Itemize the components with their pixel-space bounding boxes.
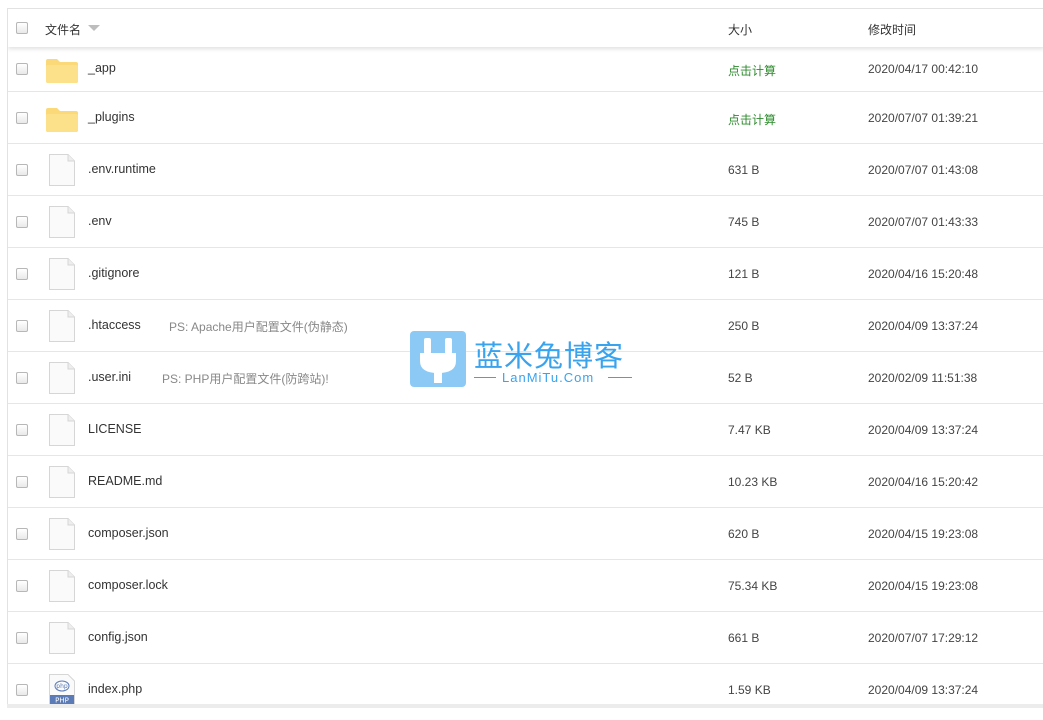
column-header-name[interactable]: 文件名 <box>45 21 81 38</box>
table-row[interactable]: _plugins 点击计算 2020/07/07 01:39:21 <box>8 92 1043 144</box>
file-size: 745 B <box>728 214 760 229</box>
table-row[interactable]: composer.json 620 B 2020/04/15 19:23:08 <box>8 508 1043 560</box>
row-checkbox[interactable] <box>16 163 28 176</box>
file-icon <box>49 205 75 238</box>
file-modified-time: 2020/07/07 01:39:21 <box>868 110 979 125</box>
file-name[interactable]: _plugins <box>88 110 135 124</box>
file-name[interactable]: config.json <box>88 630 148 644</box>
file-icon <box>49 413 75 446</box>
file-modified-time: 2020/07/07 01:43:08 <box>868 162 979 177</box>
file-modified-time: 2020/04/09 13:37:24 <box>868 318 979 333</box>
file-name[interactable]: .htaccess <box>88 318 141 332</box>
table-row[interactable]: .gitignore 121 B 2020/04/16 15:20:48 <box>8 248 1043 300</box>
file-name[interactable]: README.md <box>88 474 162 488</box>
row-checkbox[interactable] <box>16 579 28 592</box>
file-icon <box>49 257 75 290</box>
file-icon <box>49 517 75 550</box>
file-modified-time: 2020/07/07 17:29:12 <box>868 630 979 645</box>
watermark: 蓝米兔博客 LanMiTu.Com <box>410 331 640 391</box>
file-name[interactable]: LICENSE <box>88 422 142 436</box>
file-list-header: 文件名 大小 修改时间 <box>8 9 1043 47</box>
file-modified-time: 2020/07/07 01:43:33 <box>868 214 979 229</box>
table-row[interactable]: php PHP index.php 1.59 KB 2020/04/09 13:37:2… <box>8 664 1043 707</box>
column-header-size[interactable]: 大小 <box>728 21 752 38</box>
calculate-size-link[interactable]: 点击计算 <box>728 62 776 79</box>
file-size: 7.47 KB <box>728 422 771 437</box>
file-modified-time: 2020/04/16 15:20:42 <box>868 474 979 489</box>
row-checkbox[interactable] <box>16 111 28 124</box>
row-checkbox[interactable] <box>16 63 28 75</box>
table-row[interactable]: README.md 10.23 KB 2020/04/16 15:20:42 <box>8 456 1043 508</box>
file-name[interactable]: index.php <box>88 682 142 696</box>
table-row[interactable]: config.json 661 B 2020/07/07 17:29:12 <box>8 612 1043 664</box>
folder-icon <box>46 59 78 83</box>
file-modified-time: 2020/04/09 13:37:24 <box>868 422 979 437</box>
file-size: 10.23 KB <box>728 474 778 489</box>
file-modified-time: 2020/04/09 13:37:24 <box>868 682 979 697</box>
row-checkbox[interactable] <box>16 631 28 644</box>
file-modified-time: 2020/02/09 11:51:38 <box>868 370 978 385</box>
calculate-size-link[interactable]: 点击计算 <box>728 111 776 128</box>
row-checkbox[interactable] <box>16 475 28 488</box>
table-row[interactable]: LICENSE 7.47 KB 2020/04/09 13:37:24 <box>8 404 1043 456</box>
table-row[interactable]: _app 点击计算 2020/04/17 00:42:10 <box>8 47 1043 92</box>
file-name[interactable]: composer.lock <box>88 578 168 592</box>
file-size: 661 B <box>728 630 760 645</box>
file-icon <box>49 465 75 498</box>
watermark-line-left <box>474 377 496 378</box>
file-name[interactable]: .env <box>88 214 112 228</box>
file-size: 75.34 KB <box>728 578 778 593</box>
file-note: PS: PHP用户配置文件(防跨站)! <box>162 371 329 386</box>
svg-text:php: php <box>56 683 68 690</box>
file-size: 1.59 KB <box>728 682 771 697</box>
select-all-checkbox[interactable] <box>16 22 28 34</box>
file-icon <box>49 153 75 186</box>
file-note: PS: Apache用户配置文件(伪静态) <box>169 319 348 334</box>
file-modified-time: 2020/04/16 15:20:48 <box>868 266 979 281</box>
row-checkbox[interactable] <box>16 319 28 332</box>
file-name[interactable]: .env.runtime <box>88 162 156 176</box>
file-name[interactable]: _app <box>88 61 116 75</box>
row-checkbox[interactable] <box>16 215 28 228</box>
watermark-subtitle: LanMiTu.Com <box>502 370 595 385</box>
row-checkbox[interactable] <box>16 267 28 280</box>
file-name[interactable]: .gitignore <box>88 266 139 280</box>
file-name[interactable]: composer.json <box>88 526 169 540</box>
watermark-title: 蓝米兔博客 <box>474 339 625 373</box>
php-file-icon: php PHP <box>49 673 75 706</box>
svg-text:PHP: PHP <box>55 696 69 704</box>
file-icon <box>49 621 75 654</box>
plug-logo-icon <box>410 331 466 387</box>
file-modified-time: 2020/04/15 19:23:08 <box>868 526 979 541</box>
watermark-line-right <box>608 377 632 378</box>
file-size: 52 B <box>728 370 753 385</box>
sort-down-icon[interactable] <box>88 25 100 31</box>
table-row[interactable]: composer.lock 75.34 KB 2020/04/15 19:23:08 <box>8 560 1043 612</box>
file-size: 620 B <box>728 526 760 541</box>
column-header-time[interactable]: 修改时间 <box>868 21 916 38</box>
file-name[interactable]: .user.ini <box>88 370 131 384</box>
file-icon <box>49 309 75 342</box>
folder-icon <box>46 107 78 132</box>
row-checkbox[interactable] <box>16 527 28 540</box>
file-modified-time: 2020/04/15 19:23:08 <box>868 578 979 593</box>
table-row[interactable]: .env 745 B 2020/07/07 01:43:33 <box>8 196 1043 248</box>
row-checkbox[interactable] <box>16 423 28 436</box>
file-icon <box>49 361 75 394</box>
file-size: 250 B <box>728 318 760 333</box>
row-checkbox[interactable] <box>16 371 28 384</box>
file-modified-time: 2020/04/17 00:42:10 <box>868 62 979 76</box>
table-row[interactable]: .env.runtime 631 B 2020/07/07 01:43:08 <box>8 144 1043 196</box>
file-size: 631 B <box>728 162 760 177</box>
row-checkbox[interactable] <box>16 683 28 696</box>
horizontal-scrollbar[interactable] <box>7 704 1043 708</box>
file-icon <box>49 569 75 602</box>
file-size: 121 B <box>728 266 760 281</box>
